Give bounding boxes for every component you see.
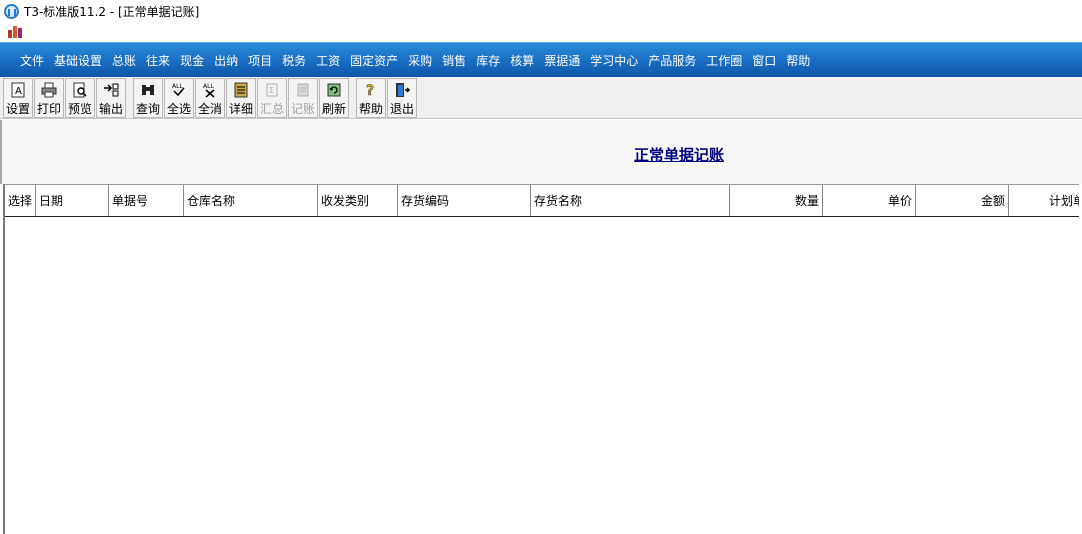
select-all-icon: ALL [170,81,188,99]
svg-text:Σ: Σ [269,86,274,95]
column-header-select[interactable]: 选择 [5,185,36,216]
column-header-amount[interactable]: 金额 [916,185,1009,216]
column-header-warehouse[interactable]: 仓库名称 [184,185,318,216]
menu-basic-settings[interactable]: 基础设置 [54,52,102,69]
query-button[interactable]: 查询 [133,77,163,118]
menu-inventory[interactable]: 库存 [476,52,500,69]
export-icon [102,81,120,99]
preview-icon [71,81,89,99]
posting-icon [294,81,312,99]
summary-button[interactable]: Σ 汇总 [257,77,287,118]
select-all-button[interactable]: ALL 全选 [164,77,194,118]
column-header-item-code[interactable]: 存货编码 [398,185,531,216]
column-header-quantity[interactable]: 数量 [730,185,823,216]
refresh-icon [325,81,343,99]
toolbar: A 设置 打印 预览 输出 查询 ALL 全选 ALL 全消 详细 Σ 汇总 记… [0,77,1082,119]
menu-payroll[interactable]: 工资 [316,52,340,69]
menu-general-ledger[interactable]: 总账 [112,52,136,69]
document-grid[interactable]: 选择 日期 单据号 仓库名称 收发类别 存货编码 存货名称 数量 单价 金额 计… [3,184,1082,534]
menu-project[interactable]: 项目 [248,52,272,69]
posting-button[interactable]: 记账 [288,77,318,118]
deselect-all-icon: ALL [201,81,219,99]
menu-work-circle[interactable]: 工作圈 [706,52,742,69]
column-header-plan-price[interactable]: 计划单 [1009,185,1079,216]
svg-text:A: A [15,86,22,97]
menu-fixed-assets[interactable]: 固定资产 [350,52,398,69]
print-button[interactable]: 打印 [34,77,64,118]
menu-sales[interactable]: 销售 [442,52,466,69]
menu-bar: 文件 基础设置 总账 往来 现金 出纳 项目 税务 工资 固定资产 采购 销售 … [0,42,1082,77]
menu-cash[interactable]: 现金 [180,52,204,69]
summary-icon: Σ [263,81,281,99]
svg-text:?: ? [366,83,374,98]
menu-file[interactable]: 文件 [20,52,44,69]
menu-window[interactable]: 窗口 [752,52,776,69]
menu-tax[interactable]: 税务 [282,52,306,69]
exit-icon [393,81,411,99]
column-header-doc-number[interactable]: 单据号 [109,185,184,216]
settings-icon: A [9,81,27,99]
help-button[interactable]: ? 帮助 [356,77,386,118]
page-title: 正常单据记账 [634,146,725,164]
menu-purchase[interactable]: 采购 [408,52,432,69]
menu-product-services[interactable]: 产品服务 [648,52,696,69]
settings-button[interactable]: A 设置 [3,77,33,118]
help-icon: ? [362,81,380,99]
window-titlebar: T3-标准版11.2 - [正常单据记账] [0,0,1082,22]
grid-header-row: 选择 日期 单据号 仓库名称 收发类别 存货编码 存货名称 数量 单价 金额 计… [5,184,1079,217]
window-title: T3-标准版11.2 - [正常单据记账] [24,4,200,19]
print-icon [40,81,58,99]
export-button[interactable]: 输出 [96,77,126,118]
binoculars-icon [139,81,157,99]
menu-accounts[interactable]: 往来 [146,52,170,69]
refresh-button[interactable]: 刷新 [319,77,349,118]
column-header-date[interactable]: 日期 [36,185,109,216]
detail-icon [232,81,250,99]
app-logo-icon [4,3,20,19]
menu-bills[interactable]: 票据通 [544,52,580,69]
exit-button[interactable]: 退出 [387,77,417,118]
menu-help[interactable]: 帮助 [786,52,810,69]
svg-text:ALL: ALL [172,83,183,90]
menu-costing[interactable]: 核算 [510,52,534,69]
report-header: 正常单据记账 [0,120,1082,184]
deselect-all-button[interactable]: ALL 全消 [195,77,225,118]
column-header-io-type[interactable]: 收发类别 [318,185,398,216]
column-header-unit-price[interactable]: 单价 [823,185,916,216]
detail-button[interactable]: 详细 [226,77,256,118]
mdi-child-bar [0,22,1082,42]
document-system-menu-icon[interactable] [8,24,22,38]
column-header-item-name[interactable]: 存货名称 [531,185,730,216]
svg-text:ALL: ALL [203,83,214,90]
menu-cashier[interactable]: 出纳 [214,52,238,69]
preview-button[interactable]: 预览 [65,77,95,118]
menu-learning-center[interactable]: 学习中心 [590,52,638,69]
